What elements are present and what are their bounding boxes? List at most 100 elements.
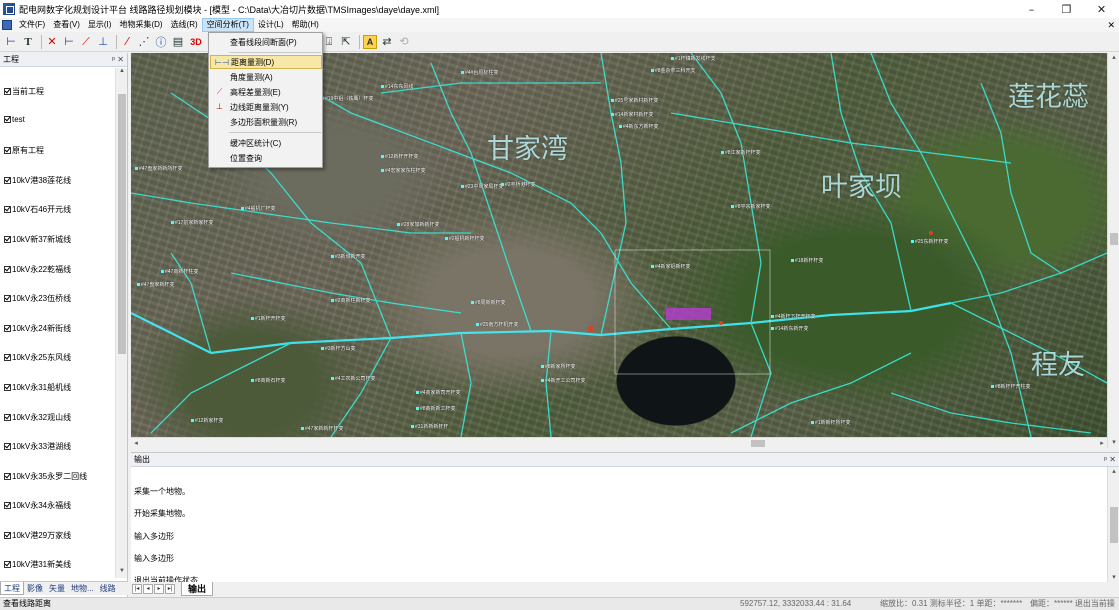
menu-help[interactable]: 帮助(H) bbox=[288, 18, 323, 32]
menu-item-profile[interactable]: 查看线段间断面(P) bbox=[210, 35, 322, 49]
menu-item-elevation-measure[interactable]: ⟋ 高程差量测(E) bbox=[210, 85, 322, 99]
map-feature-label[interactable]: #19中铝（铁鹰）杆变 bbox=[321, 95, 373, 102]
tree-item-line[interactable]: 10kV港31新美线 bbox=[4, 559, 71, 570]
tree-item-line[interactable]: 10kV永35永罗二回线 bbox=[4, 471, 87, 482]
text-tool-icon[interactable]: T bbox=[21, 35, 35, 49]
3d-view-icon[interactable]: 3D bbox=[188, 35, 204, 49]
maximize-button[interactable]: ❐ bbox=[1049, 0, 1084, 18]
map-feature-label[interactable]: #1新新杆所杆变 bbox=[811, 419, 851, 426]
tree-item-line[interactable]: 10kV石46开元线 bbox=[4, 204, 71, 215]
map-feature-label[interactable]: #1杆镇新发线杆支 bbox=[671, 55, 716, 62]
annotation-icon[interactable]: A bbox=[363, 34, 377, 49]
map-feature-label[interactable]: #4新东方新杆变 bbox=[619, 123, 659, 130]
next-tab-button[interactable]: ▸ bbox=[154, 584, 164, 594]
map-feature-label[interactable]: #14东东风线 bbox=[381, 83, 413, 90]
measure-tool-icon[interactable]: ⊢ bbox=[4, 35, 18, 49]
map-feature-label[interactable]: #3新城新开变 bbox=[331, 253, 366, 260]
checkbox[interactable] bbox=[4, 116, 11, 123]
scroll-up-icon[interactable]: ▲ bbox=[116, 68, 128, 78]
perpendicular-icon[interactable]: ⊥ bbox=[96, 35, 110, 49]
menu-file[interactable]: 文件(F) bbox=[15, 18, 49, 32]
map-feature-label[interactable]: #47盘家新新所杆变 bbox=[135, 165, 182, 172]
tree-item-current-project[interactable]: 当前工程 bbox=[4, 86, 44, 97]
project-tree-scrollbar[interactable]: ▲ ▼ bbox=[115, 68, 127, 578]
map-feature-label[interactable]: #12新杆开杆变 bbox=[381, 153, 418, 160]
close-button[interactable]: ✕ bbox=[1084, 0, 1119, 18]
tree-item-line[interactable]: 10kV永24新街线 bbox=[4, 323, 71, 334]
dashed-line-icon[interactable]: ⋰ bbox=[137, 35, 151, 49]
scroll-down-icon[interactable]: ▾ bbox=[1108, 438, 1119, 448]
tab-output[interactable]: 输出 bbox=[181, 582, 214, 596]
map-feature-label[interactable]: #12新家杆变 bbox=[191, 417, 223, 424]
scroll-up-icon[interactable]: ▴ bbox=[1108, 467, 1119, 477]
table-icon[interactable]: ▤ bbox=[171, 35, 185, 49]
tree-item-line[interactable]: 10kV永32观山线 bbox=[4, 412, 71, 423]
map-feature-label[interactable]: #3新杆方山变 bbox=[321, 345, 356, 352]
map-vertical-scrollbar[interactable]: ▴ ▾ bbox=[1107, 53, 1119, 448]
menu-item-distance-measure[interactable]: ⊢⊣ 距离量测(D) bbox=[210, 55, 322, 69]
tree-item-line[interactable]: 10kV永33港湖线 bbox=[4, 441, 71, 452]
map-feature-label[interactable]: #4#台原标柱变 bbox=[461, 69, 498, 76]
tab-vector[interactable]: 矢量 bbox=[46, 582, 68, 595]
scroll-thumb[interactable] bbox=[118, 94, 126, 354]
map-feature-label[interactable]: #4新开工公司杆变 bbox=[541, 377, 586, 384]
delete-icon[interactable]: ✕ bbox=[45, 35, 59, 49]
map-feature-label[interactable]: #23中周家局杆变 bbox=[461, 183, 503, 190]
menu-view[interactable]: 查看(V) bbox=[49, 18, 84, 32]
draw-line-icon[interactable]: ⁄ bbox=[120, 35, 134, 49]
map-feature-label[interactable]: #1新杆开杆变 bbox=[251, 315, 286, 322]
tab-project[interactable]: 工程 bbox=[0, 582, 24, 595]
tree-item-line[interactable]: 10kV新37新城线 bbox=[4, 234, 71, 245]
prev-tab-button[interactable]: ◂ bbox=[143, 584, 153, 594]
swap-icon[interactable]: ⇄ bbox=[380, 35, 394, 49]
tab-lines[interactable]: 线路 bbox=[97, 582, 119, 595]
share-icon[interactable]: ⇱ bbox=[339, 35, 353, 49]
checkbox[interactable] bbox=[4, 295, 11, 302]
map-feature-label[interactable]: #17前家新家杆变 bbox=[171, 219, 213, 226]
map-feature-label[interactable]: #4宏家家东柱杆变 bbox=[381, 167, 426, 174]
map-feature-label[interactable]: #8金杂拿三科开支 bbox=[651, 67, 696, 74]
tree-item-line[interactable]: 10kV永23伍桥线 bbox=[4, 293, 71, 304]
checkbox[interactable] bbox=[4, 443, 11, 450]
panel-pin-close-buttons[interactable]: ᵖ ✕ bbox=[112, 53, 124, 67]
tree-item-line[interactable]: 10kV永34永福线 bbox=[4, 500, 71, 511]
scroll-thumb[interactable] bbox=[751, 440, 765, 447]
menu-feature-collect[interactable]: 地物采集(D) bbox=[115, 18, 166, 32]
scroll-left-icon[interactable]: ◂ bbox=[131, 438, 141, 449]
tab-imagery[interactable]: 影像 bbox=[24, 582, 46, 595]
tree-item-line[interactable]: 10kV永25东风线 bbox=[4, 352, 71, 363]
map-feature-label[interactable]: #14新家村新杆变 bbox=[611, 111, 653, 118]
map-feature-label[interactable]: #2船机新杆杆变 bbox=[445, 235, 485, 242]
map-feature-label[interactable]: #8平宗新家杆变 bbox=[731, 203, 771, 210]
checkbox[interactable] bbox=[4, 414, 11, 421]
map-feature-label[interactable]: #14新东新开变 bbox=[771, 325, 808, 332]
checkbox[interactable] bbox=[4, 502, 11, 509]
map-feature-label[interactable]: #4工农新公司杆变 bbox=[331, 375, 376, 382]
minimize-button[interactable]: – bbox=[1014, 0, 1049, 18]
checkbox[interactable] bbox=[4, 266, 11, 273]
map-feature-label[interactable]: #25南方杆机开变 bbox=[476, 321, 518, 328]
map-feature-label[interactable]: #8周新新杆变 bbox=[471, 299, 506, 306]
panel-pin-close-buttons[interactable]: ᵖ ✕ bbox=[1104, 453, 1116, 467]
tree-item-line[interactable]: 10kV永22乾福线 bbox=[4, 264, 71, 275]
map-feature-label[interactable]: #28家加新新杆变 bbox=[397, 221, 439, 228]
tree-item-line[interactable]: 10kV永31船机线 bbox=[4, 382, 71, 393]
scroll-right-icon[interactable]: ▸ bbox=[1097, 438, 1107, 449]
checkbox[interactable] bbox=[4, 325, 11, 332]
menu-route-select[interactable]: 选线(R) bbox=[167, 18, 202, 32]
checkbox[interactable] bbox=[4, 354, 11, 361]
tree-item-original-project[interactable]: 原有工程 bbox=[4, 145, 44, 156]
map-feature-label[interactable]: #4商家新司开杆变 bbox=[416, 389, 461, 396]
mdi-close-button[interactable]: ✕ bbox=[1107, 18, 1115, 32]
last-tab-button[interactable]: ▸| bbox=[165, 584, 175, 594]
tree-item-line[interactable]: 10kV港29万家线 bbox=[4, 530, 71, 541]
scroll-down-icon[interactable]: ▼ bbox=[116, 568, 128, 578]
tab-features[interactable]: 地物... bbox=[68, 582, 97, 595]
map-feature-label[interactable]: #2丰桥港杆变 bbox=[501, 181, 536, 188]
menu-spatial-analysis[interactable]: 空间分析(T) bbox=[201, 18, 254, 32]
map-feature-label[interactable]: #4新家铝新杆变 bbox=[651, 263, 691, 270]
map-feature-label[interactable]: #47盘家新杆变 bbox=[137, 281, 174, 288]
map-horizontal-scrollbar[interactable]: ◂ ▸ bbox=[131, 437, 1107, 448]
map-feature-label[interactable]: #25东新杆杆变 bbox=[911, 238, 948, 245]
checkbox[interactable] bbox=[4, 206, 11, 213]
